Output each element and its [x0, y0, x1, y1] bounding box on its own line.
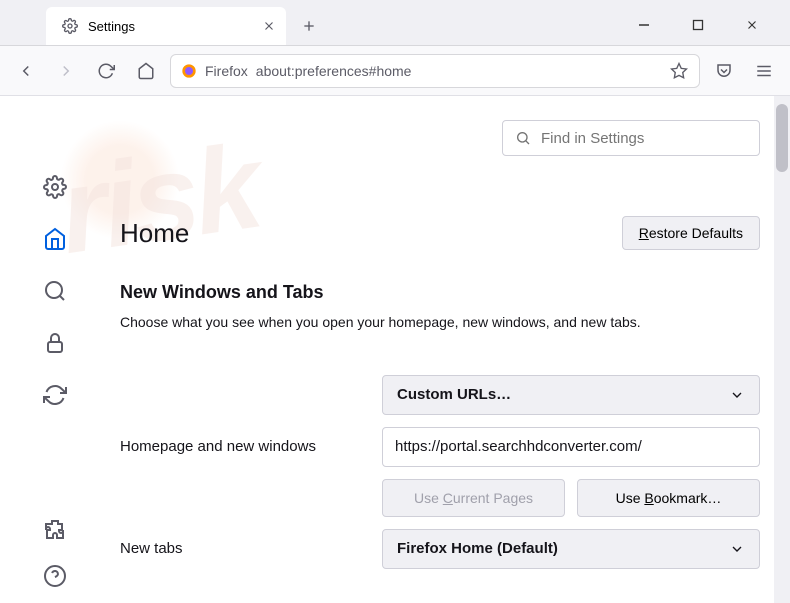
settings-search[interactable]	[502, 120, 760, 156]
firefox-icon	[181, 63, 197, 79]
settings-search-input[interactable]	[541, 130, 747, 147]
homepage-label: Homepage and new windows	[120, 438, 368, 455]
url-bar[interactable]: Firefox about:preferences#home	[170, 54, 700, 88]
sidebar-sync[interactable]	[42, 382, 68, 408]
page-title: Home	[120, 218, 189, 249]
sidebar-search[interactable]	[42, 278, 68, 304]
url-brand: Firefox	[205, 63, 248, 79]
sidebar-help[interactable]	[42, 563, 68, 589]
section-description: Choose what you see when you open your h…	[120, 313, 760, 333]
bookmark-star-button[interactable]	[669, 61, 689, 81]
home-button[interactable]	[130, 55, 162, 87]
window-controls	[630, 11, 784, 45]
browser-tab[interactable]: Settings	[46, 7, 286, 45]
gear-icon	[62, 18, 78, 34]
search-icon	[515, 130, 531, 146]
close-icon[interactable]	[262, 19, 276, 33]
settings-main: Home Restore Defaults New Windows and Ta…	[110, 96, 790, 603]
sidebar-general[interactable]	[42, 174, 68, 200]
reload-button[interactable]	[90, 55, 122, 87]
scrollbar-thumb[interactable]	[776, 104, 788, 172]
tab-label: Settings	[88, 19, 135, 34]
forward-button[interactable]	[50, 55, 82, 87]
nav-toolbar: Firefox about:preferences#home	[0, 46, 790, 96]
homepage-mode-dropdown[interactable]: Custom URLs…	[382, 375, 760, 415]
title-bar: Settings	[0, 0, 790, 46]
newtabs-label: New tabs	[120, 540, 368, 557]
maximize-button[interactable]	[684, 11, 712, 39]
content-area: Home Restore Defaults New Windows and Ta…	[0, 96, 790, 603]
pocket-button[interactable]	[708, 55, 740, 87]
close-window-button[interactable]	[738, 11, 766, 39]
homepage-url-input[interactable]	[382, 427, 760, 467]
use-bookmark-button[interactable]: Use Bookmark…	[577, 479, 760, 517]
sidebar-privacy[interactable]	[42, 330, 68, 356]
chevron-down-icon	[729, 541, 745, 557]
minimize-button[interactable]	[630, 11, 658, 39]
settings-sidebar	[0, 96, 110, 603]
plus-icon	[301, 18, 317, 34]
sidebar-extensions[interactable]	[42, 517, 68, 543]
back-button[interactable]	[10, 55, 42, 87]
new-tab-button[interactable]	[294, 11, 324, 41]
dropdown-label: Custom URLs…	[397, 386, 511, 403]
newtabs-dropdown[interactable]: Firefox Home (Default)	[382, 529, 760, 569]
section-heading: New Windows and Tabs	[120, 282, 760, 303]
scrollbar[interactable]	[774, 96, 790, 603]
chevron-down-icon	[729, 387, 745, 403]
dropdown-label: Firefox Home (Default)	[397, 540, 558, 557]
url-text: about:preferences#home	[256, 63, 661, 79]
restore-defaults-button[interactable]: Restore Defaults	[622, 216, 760, 250]
app-menu-button[interactable]	[748, 55, 780, 87]
use-current-pages-button[interactable]: Use Current Pages	[382, 479, 565, 517]
sidebar-home[interactable]	[42, 226, 68, 252]
